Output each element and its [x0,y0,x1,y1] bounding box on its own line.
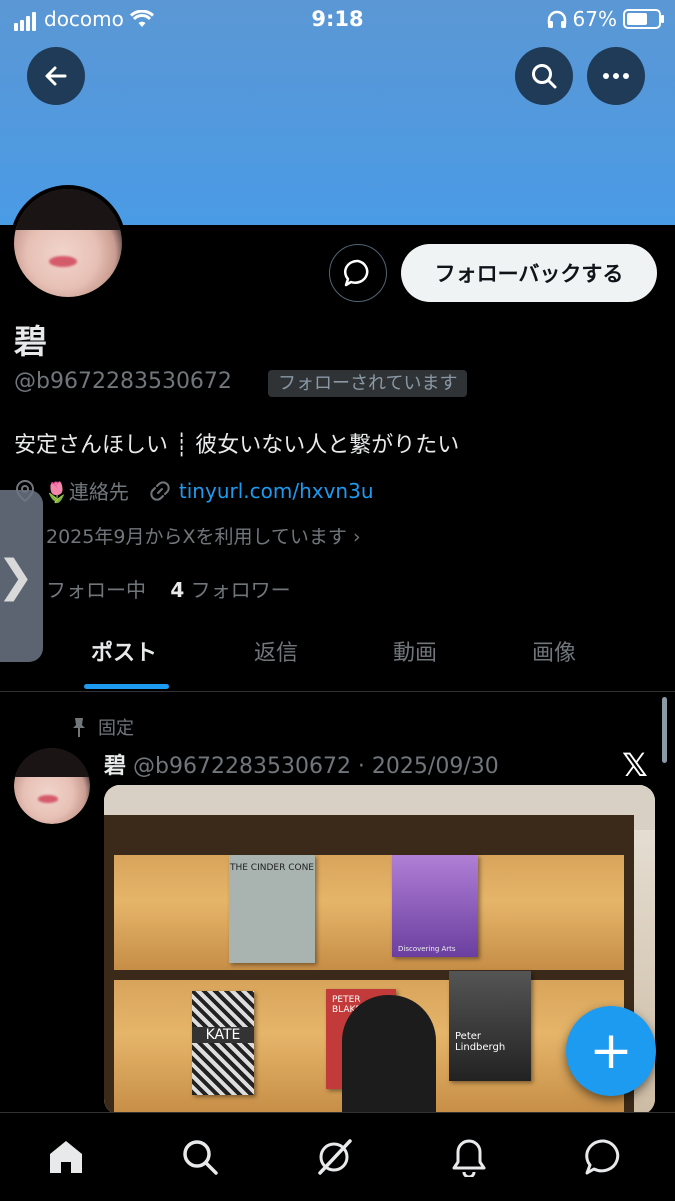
post-header: 碧 @b9672283530672 · 2025/09/30 [104,748,499,780]
profile-location: 🌷連絡先 [44,480,129,504]
home-icon [50,1141,82,1173]
post-author[interactable]: 碧 [104,754,126,779]
person-figure [342,995,436,1115]
status-bar: docomo 9:18 67% [0,0,675,40]
profile-meta: 🌷連絡先 tinyurl.com/hxvn3u [14,476,374,505]
x-logo-icon: 𝕏 [622,746,648,784]
book-cover: Discovering Arts [392,855,478,957]
side-panel-handle[interactable]: ❯ [0,490,43,662]
book-title: THE CINDER CONE [229,863,314,873]
book-title: Peter Lindbergh [455,1031,506,1053]
link-icon [150,480,170,501]
book-cover: Peter Lindbergh [449,971,531,1081]
back-button[interactable] [27,47,85,105]
follows-you-badge: フォローされています [268,370,468,397]
book-title: KATE [192,1027,254,1043]
active-tab-indicator [84,684,169,689]
tab-videos[interactable]: 動画 [393,635,437,667]
profile-tabs: ポスト 返信 動画 画像 [0,625,675,692]
nav-grok-button[interactable] [312,1135,356,1179]
battery-icon [623,9,664,29]
notifications-icon [452,1139,486,1177]
tab-replies[interactable]: 返信 [254,635,298,667]
search-icon [183,1140,218,1175]
follow-back-button[interactable]: フォローバックする [401,244,657,302]
nav-search-button[interactable] [178,1135,222,1179]
tab-images[interactable]: 画像 [532,635,576,667]
pinned-indicator: 固定 [70,714,134,740]
followers-label: フォロワー [190,578,291,602]
nav-notifications-button[interactable] [447,1135,491,1179]
profile-link[interactable]: tinyurl.com/hxvn3u [179,479,374,503]
status-right: 67% [547,7,664,31]
message-bubble-icon [343,259,369,287]
battery-percent: 67% [572,7,617,31]
book-title: Discovering Arts [398,945,456,953]
followers-count: 4 [170,578,185,602]
bottom-navigation [0,1112,675,1201]
grok-icon [318,1139,352,1175]
post-handle-date: @b9672283530672 · 2025/09/30 [133,754,499,779]
plus-icon: + [589,1021,633,1081]
message-button[interactable] [329,244,387,302]
joined-text: 2025年9月からXを利用しています [46,526,347,548]
profile-avatar[interactable] [10,185,126,301]
nav-home-button[interactable] [44,1135,88,1179]
messages-icon [585,1139,620,1175]
following-link[interactable]: フォロー中 [46,578,146,602]
back-arrow-icon [45,66,67,86]
profile-name: 碧 [14,322,47,361]
profile-handle: @b9672283530672 [14,369,232,394]
pinned-label: 固定 [98,718,134,739]
more-dots-icon [603,73,629,79]
book-cover: THE CINDER CONE [229,855,315,963]
search-icon [532,64,557,89]
more-button[interactable] [587,47,645,105]
chevron-right-icon: ❯ [0,550,34,602]
compose-button[interactable]: + [566,1006,656,1096]
followers-link[interactable]: 4 フォロワー [170,578,290,602]
chevron-right-icon: › [352,526,361,548]
joined-date[interactable]: 2025年9月からXを利用しています › [46,522,361,549]
nav-messages-button[interactable] [582,1135,626,1179]
tab-posts[interactable]: ポスト [91,635,157,667]
scrollbar[interactable] [662,697,667,763]
search-button[interactable] [515,47,573,105]
book-cover: KATE [192,991,254,1095]
follow-counts: フォロー中 4 フォロワー [46,574,291,603]
post-avatar[interactable] [14,748,90,824]
headphones-icon [547,10,566,28]
profile-bio: 安定さんほしい ┊ 彼女いない人と繋がりたい [14,433,460,458]
pin-icon [73,718,85,737]
